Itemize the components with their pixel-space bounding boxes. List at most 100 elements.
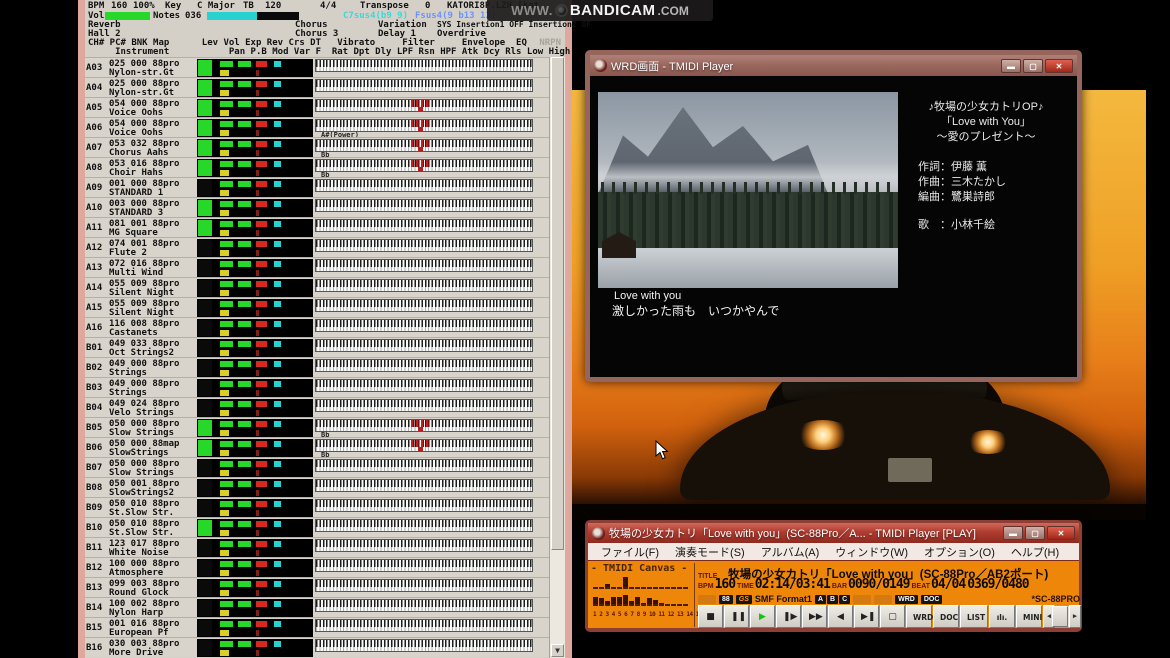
channel-id: A11: [86, 223, 102, 233]
reverb-bar: [256, 121, 267, 127]
channel-row[interactable]: A16 116 008 88pro Castanets: [85, 317, 549, 337]
channel-row[interactable]: A11 081 001 88pro MG Square: [85, 217, 549, 237]
controller-bars: [197, 139, 313, 157]
tb-value: 120: [265, 1, 281, 11]
meter: 4/4: [320, 1, 336, 11]
volume-bar: [220, 441, 233, 447]
channel-row[interactable]: B09 050 010 88pro St.Slow Str.: [85, 497, 549, 517]
seek-track[interactable]: [1055, 605, 1069, 628]
menu-item-3[interactable]: ウィンドウ(W): [828, 544, 915, 560]
channel-row[interactable]: A12 074 001 88pro Flute 2: [85, 237, 549, 257]
channel-row[interactable]: B07 050 000 88pro Slow Strings: [85, 457, 549, 477]
channel-row[interactable]: B01 049 033 88pro Oct Strings2: [85, 337, 549, 357]
wrd-titlebar[interactable]: WRD画面 - TMIDI Player ▬ ▢ ✕: [590, 55, 1077, 76]
channel-row[interactable]: B05 050 000 88pro Slow Strings Bb: [85, 417, 549, 437]
channel-row[interactable]: A09 001 000 88pro STANDARD 1: [85, 177, 549, 197]
mini-mode-button[interactable]: MINI: [1016, 605, 1042, 628]
channel-row[interactable]: B08 050 001 88pro SlowStrings2: [85, 477, 549, 497]
minimize-button[interactable]: ▬: [1003, 526, 1023, 540]
lyric-line-2: 激しかった雨も いつかやんで: [612, 302, 779, 319]
channel-row[interactable]: B10 050 010 88pro St.Slow Str.: [85, 517, 549, 537]
channel-row[interactable]: A10 003 000 88pro STANDARD 3: [85, 197, 549, 217]
snow-field: [598, 248, 898, 288]
seek-right-arrow[interactable]: ▶: [1069, 605, 1081, 628]
seek-scrollbar[interactable]: ◀▶: [1043, 605, 1081, 628]
channel-row[interactable]: A08 053 016 88pro Choir Hahs Bb: [85, 157, 549, 177]
play-from-button[interactable]: ❚▶: [776, 605, 801, 628]
channel-row[interactable]: A06 054 000 88pro Voice Oohs A#(Power): [85, 117, 549, 137]
chorus-bar: [274, 301, 281, 307]
reverb-bar: [256, 621, 267, 627]
level-meter-button[interactable]: ılı.: [989, 605, 1015, 628]
scrollbar-down-arrow[interactable]: ▼: [551, 644, 564, 657]
loop-button[interactable]: ▢: [880, 605, 905, 628]
channel-row[interactable]: A13 072 016 88pro Multi Wind: [85, 257, 549, 277]
wrd-button[interactable]: WRD: [906, 605, 932, 628]
channel-row[interactable]: B16 030 003 88pro More Drive: [85, 637, 549, 657]
menu-item-2[interactable]: アルバム(A): [754, 544, 827, 560]
mod-bar: [256, 170, 259, 176]
channel-row[interactable]: A07 053 032 88pro Chorus Aahs Bb: [85, 137, 549, 157]
channel-row[interactable]: B13 099 003 88pro Round Glock: [85, 577, 549, 597]
channel-row[interactable]: B14 100 002 88pro Nylon Harp: [85, 597, 549, 617]
volume-bar: [220, 321, 233, 327]
maximize-button[interactable]: ▢: [1023, 59, 1043, 73]
controller-bars: [197, 599, 313, 617]
channel-row[interactable]: A04 025 000 88pro Nylon-str.Gt: [85, 77, 549, 97]
channel-row[interactable]: B15 001 016 88pro European Pf: [85, 617, 549, 637]
watermark-com: .COM: [658, 4, 689, 18]
fast-forward-button[interactable]: ▶▶: [802, 605, 827, 628]
tick-value: 0369/0480: [967, 577, 1028, 592]
close-button[interactable]: ✕: [1047, 526, 1075, 540]
mod-bar: [256, 130, 259, 136]
chorus-bar: [274, 341, 281, 347]
channel-row[interactable]: A05 054 000 88pro Voice Oohs: [85, 97, 549, 117]
mixer-vertical-scrollbar[interactable]: ▼: [549, 57, 565, 658]
controller-bars: [197, 199, 313, 217]
channel-row[interactable]: B06 050 000 88map SlowStrings Bb: [85, 437, 549, 457]
chorus-bar: [274, 441, 281, 447]
scrollbar-thumb[interactable]: [551, 57, 564, 550]
controller-bars: [197, 339, 313, 357]
menu-item-0[interactable]: ファイル(F): [594, 544, 666, 560]
transpose-value: 0: [425, 1, 430, 11]
volume-bar: [220, 401, 233, 407]
level-meter: [198, 480, 212, 496]
chorus-bar: [274, 561, 281, 567]
menu-item-1[interactable]: 演奏モード(S): [668, 544, 752, 560]
channel-row[interactable]: A03 025 000 88pro Nylon-str.Gt: [85, 57, 549, 77]
play-button[interactable]: ▶: [750, 605, 775, 628]
smf-format: SMF Format1: [755, 594, 812, 604]
player-titlebar[interactable]: 牧場の少女カトリ「Love with you」(SC-88Pro／A... - …: [588, 523, 1079, 543]
channel-row[interactable]: A14 055 009 88pro Silent Night: [85, 277, 549, 297]
expression-bar: [238, 201, 251, 207]
channel-row[interactable]: B03 049 000 88pro Strings: [85, 377, 549, 397]
channel-row[interactable]: B04 049 024 88pro Velo Strings: [85, 397, 549, 417]
next-button[interactable]: ▶❚: [854, 605, 879, 628]
menu-item-4[interactable]: オプション(O): [917, 544, 1002, 560]
spectrum-bar: [659, 576, 664, 589]
maximize-button[interactable]: ▢: [1025, 526, 1045, 540]
pine-forest: [598, 192, 898, 250]
stop-button[interactable]: ■: [698, 605, 723, 628]
reverb-bar: [256, 341, 267, 347]
channel-row[interactable]: B02 049 000 88pro Strings: [85, 357, 549, 377]
doc-button[interactable]: DOC: [933, 605, 959, 628]
menu-item-5[interactable]: ヘルプ(H): [1004, 544, 1066, 560]
list-button[interactable]: LIST: [960, 605, 988, 628]
channel-row[interactable]: B12 100 000 88pro Atmosphere: [85, 557, 549, 577]
expression-bar: [238, 581, 251, 587]
close-button[interactable]: ✕: [1045, 59, 1073, 73]
chorus-bar: [274, 401, 281, 407]
prev-button[interactable]: ◀: [828, 605, 853, 628]
expression-bar: [238, 521, 251, 527]
port-badge-b: B: [827, 595, 838, 604]
pause-button[interactable]: ❚❚: [724, 605, 749, 628]
minimize-button[interactable]: ▬: [1001, 59, 1021, 73]
channel-row[interactable]: B11 123 017 88pro White Noise: [85, 537, 549, 557]
seek-thumb[interactable]: [1052, 606, 1068, 627]
pressed-keys: [411, 100, 429, 107]
channel-row[interactable]: A15 055 009 88pro Silent Night: [85, 297, 549, 317]
volume-bar: [220, 201, 233, 207]
mod-bar: [256, 330, 259, 336]
